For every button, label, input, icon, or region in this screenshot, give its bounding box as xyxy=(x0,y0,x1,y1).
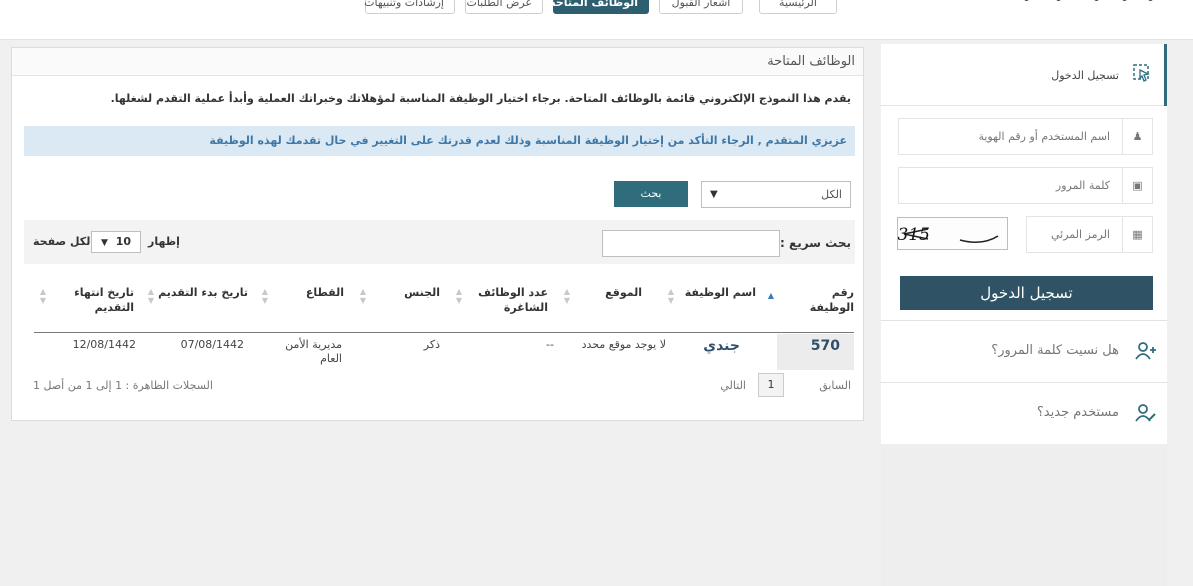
pager-next[interactable]: التالي xyxy=(720,379,746,392)
panel-title: الوظائف المتاحة xyxy=(12,48,863,76)
password-placeholder: كلمة المرور xyxy=(1055,179,1110,192)
sort-icon[interactable]: ▲ ▼ xyxy=(456,287,462,305)
cell-end-date: 12/08/1442 xyxy=(72,338,136,351)
nav-home[interactable]: الرئيسية xyxy=(759,0,837,14)
active-indicator xyxy=(1164,44,1167,106)
captcha-image: 7315 xyxy=(887,217,1008,250)
alert-notice: عزيزي المتقدم , الرجاء التأكد من إختيار … xyxy=(24,126,855,156)
show-label: إظهار xyxy=(148,235,180,248)
col-location[interactable]: الموقع xyxy=(572,285,642,300)
nav-acceptance-notice[interactable]: اشعار القبول xyxy=(659,0,743,14)
col-job-number[interactable]: رقم الوظيفة xyxy=(784,285,854,315)
cell-job-name[interactable]: جندي xyxy=(703,339,740,353)
pager-prev[interactable]: السابق xyxy=(819,379,851,392)
username-field[interactable]: ♟ اسم المستخدم أو رقم الهوية xyxy=(898,118,1153,155)
top-navbar: الرئيسية اشعار القبول الوظائف المتاحة عر… xyxy=(0,0,1193,40)
forgot-password-text: هل نسيت كلمة المرور؟ xyxy=(991,343,1119,358)
col-end-date[interactable]: تاريخ انتهاء التقديم xyxy=(54,285,134,315)
category-select[interactable]: الكل ▼ xyxy=(701,181,851,208)
cell-location: لا يوجد موقع محدد xyxy=(581,338,666,351)
category-select-value: الكل xyxy=(821,188,842,201)
sort-icon[interactable]: ▲ ▼ xyxy=(262,287,268,305)
sort-icon[interactable]: ▲ ▼ xyxy=(360,287,366,305)
captcha-text: 7315 xyxy=(898,225,930,245)
sort-icon[interactable]: ▲ ▼ xyxy=(668,287,674,305)
available-jobs-panel: الوظائف المتاحة يقدم هذا النموذج الإلكتر… xyxy=(11,47,864,421)
sidebar-footer-area xyxy=(881,444,1167,586)
nav-view-applications[interactable]: عرض الطلبات xyxy=(465,0,543,14)
table-header: رقم الوظيفة ▲ اسم الوظيفة ▲ ▼ الموقع ▲ ▼ ع… xyxy=(34,277,854,333)
page-size-select[interactable]: 10 ▼ xyxy=(91,231,141,253)
login-title: تسجيل الدخول xyxy=(1051,69,1119,82)
site-logo[interactable] xyxy=(983,0,1153,10)
quick-search-label: بحث سريع : xyxy=(780,236,851,250)
sort-asc-icon[interactable]: ▲ xyxy=(768,291,774,300)
search-button[interactable]: بحث xyxy=(614,181,688,207)
nav-available-jobs[interactable]: الوظائف المتاحة xyxy=(549,0,649,14)
cursor-box-icon xyxy=(1133,64,1150,82)
table-row[interactable]: 570 جندي لا يوجد موقع محدد -- ذكر مديرية… xyxy=(34,334,854,370)
chevron-down-icon: ▼ xyxy=(100,238,108,248)
captcha-input[interactable]: ▦ الرمز المرئي xyxy=(1026,216,1153,253)
records-info: السجلات الظاهرة : 1 إلى 1 من أصل 1 xyxy=(33,379,213,392)
per-page-label: لكل صفحة xyxy=(33,235,91,248)
cell-gender: ذكر xyxy=(423,338,440,351)
login-header: تسجيل الدخول xyxy=(881,44,1167,106)
cell-job-number: 570 xyxy=(810,338,840,354)
col-gender[interactable]: الجنس xyxy=(390,285,440,300)
user-icon: ♟ xyxy=(1122,119,1152,154)
lock-icon: ▣ xyxy=(1122,168,1152,203)
nav-guidelines[interactable]: إرشادات وتنبيهات xyxy=(364,0,455,14)
new-user-text: مستخدم جديد؟ xyxy=(1036,405,1119,420)
col-vacancies[interactable]: عدد الوظائف الشاغرة xyxy=(462,285,548,315)
cell-vacancies: -- xyxy=(546,338,554,351)
sort-icon[interactable]: ▲ ▼ xyxy=(148,287,154,305)
sort-icon[interactable]: ▲ ▼ xyxy=(564,287,570,305)
forgot-password-link[interactable]: هل نسيت كلمة المرور؟ xyxy=(881,320,1167,382)
sort-icon[interactable]: ▲ ▼ xyxy=(40,287,46,305)
new-user-link[interactable]: مستخدم جديد؟ xyxy=(881,382,1167,444)
image-icon: ▦ xyxy=(1122,217,1152,252)
page-size-value: 10 xyxy=(115,235,132,248)
password-field[interactable]: ▣ كلمة المرور xyxy=(898,167,1153,204)
pager-current-page[interactable]: 1 xyxy=(758,373,784,397)
captcha-placeholder: الرمز المرئي xyxy=(1050,228,1110,241)
login-button[interactable]: تسجيل الدخول xyxy=(900,276,1153,310)
intro-text: يقدم هذا النموذج الإلكتروني قائمة بالوظا… xyxy=(110,92,851,105)
cell-sector: مديرية الأمن العام xyxy=(285,338,342,365)
cell-start-date: 07/08/1442 xyxy=(180,338,244,351)
captcha-drawing: 7315 xyxy=(887,225,999,245)
username-placeholder: اسم المستخدم أو رقم الهوية xyxy=(978,130,1110,143)
col-start-date[interactable]: تاريخ بدء التقديم xyxy=(152,285,248,300)
quick-search-input[interactable] xyxy=(602,230,780,257)
col-job-name[interactable]: اسم الوظيفة xyxy=(676,285,756,300)
user-edit-icon xyxy=(1135,404,1156,422)
chevron-down-icon: ▼ xyxy=(710,189,718,200)
col-sector[interactable]: القطاع xyxy=(268,285,344,300)
user-add-icon xyxy=(1135,342,1156,360)
login-sidebar: تسجيل الدخول ♟ اسم المستخدم أو رقم الهوي… xyxy=(881,44,1167,586)
